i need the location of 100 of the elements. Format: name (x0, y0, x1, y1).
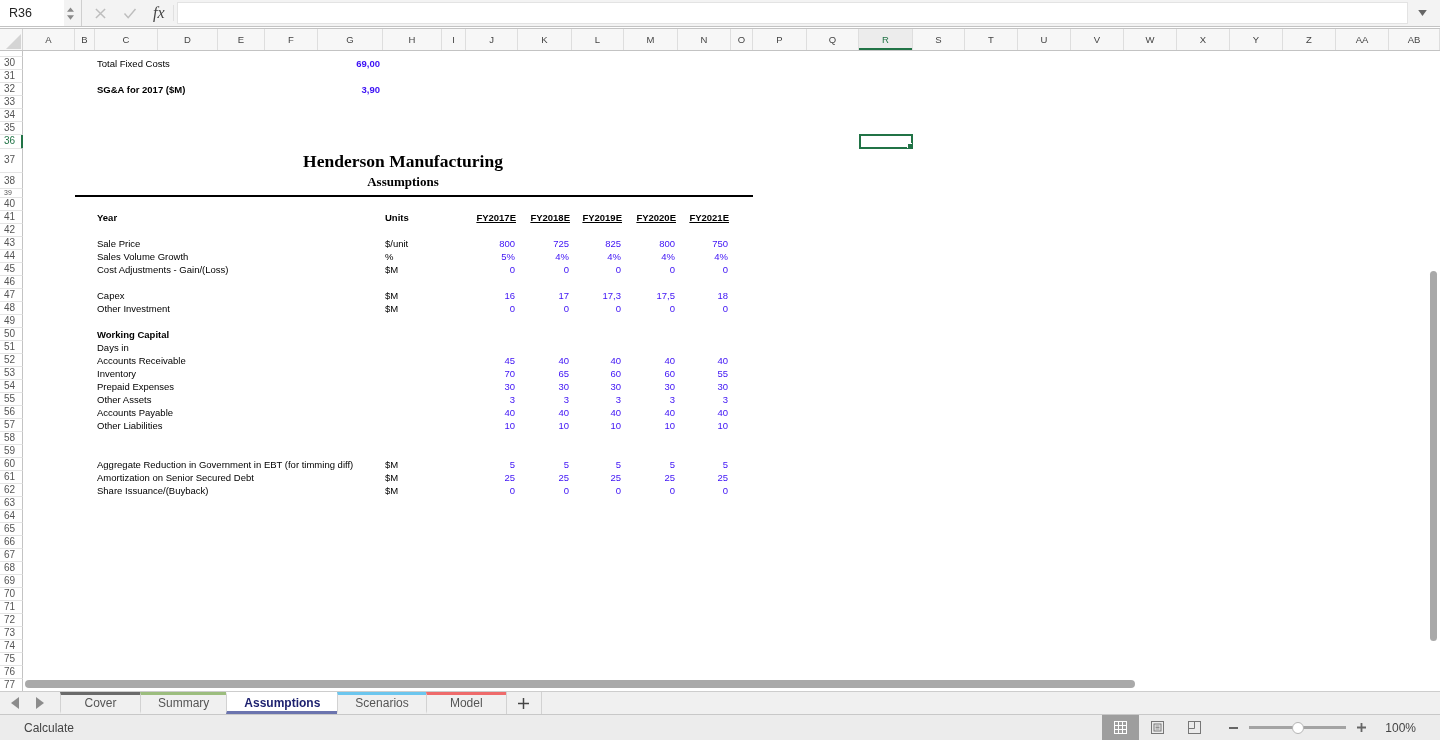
row-header[interactable]: 76 (0, 666, 23, 679)
row-header[interactable]: 30 (0, 57, 23, 70)
row-header[interactable]: 63 (0, 497, 23, 510)
row-header[interactable]: 31 (0, 70, 23, 83)
column-header[interactable]: M (624, 29, 678, 50)
row-header[interactable]: 50 (0, 328, 23, 341)
column-header[interactable]: O (731, 29, 753, 50)
row-header[interactable]: 58 (0, 432, 23, 445)
row-header[interactable]: 55 (0, 393, 23, 406)
row-header[interactable]: 38 (0, 173, 23, 189)
column-header[interactable]: X (1177, 29, 1230, 50)
row-header[interactable]: 73 (0, 627, 23, 640)
column-header[interactable]: L (572, 29, 624, 50)
column-header[interactable]: AA (1336, 29, 1389, 50)
row-header[interactable]: 46 (0, 276, 23, 289)
row-header[interactable]: 65 (0, 523, 23, 536)
scrollbar-thumb[interactable] (1430, 271, 1437, 641)
row-header[interactable]: 62 (0, 484, 23, 497)
slider-thumb[interactable] (1291, 721, 1304, 734)
column-header[interactable]: D (158, 29, 218, 50)
zoom-level[interactable]: 100% (1385, 720, 1416, 735)
row-header[interactable]: 37 (0, 148, 23, 173)
column-header[interactable]: U (1018, 29, 1071, 50)
add-sheet-button[interactable] (505, 692, 542, 714)
column-header[interactable]: A (23, 29, 75, 50)
column-header[interactable]: AB (1389, 29, 1440, 50)
column-header[interactable]: R (859, 29, 913, 50)
stepper-icon[interactable] (67, 6, 74, 20)
value-cell-text: 25 (503, 471, 516, 484)
column-header[interactable]: J (466, 29, 518, 50)
row-header[interactable]: 45 (0, 263, 23, 276)
minus-icon[interactable] (1229, 726, 1239, 729)
row-header[interactable]: 69 (0, 575, 23, 588)
row-header[interactable]: 47 (0, 289, 23, 302)
row-header[interactable]: 67 (0, 549, 23, 562)
column-header[interactable]: H (383, 29, 442, 50)
cancel-icon[interactable] (95, 7, 106, 19)
row-header[interactable]: 44 (0, 250, 23, 263)
row-header[interactable]: 59 (0, 445, 23, 458)
column-header[interactable]: K (518, 29, 572, 50)
value-cell-text: 0 (668, 302, 676, 315)
row-header[interactable]: 66 (0, 536, 23, 549)
column-header[interactable]: I (442, 29, 466, 50)
row-header[interactable]: 56 (0, 406, 23, 419)
row-header[interactable]: 48 (0, 302, 23, 315)
formula-field[interactable] (176, 2, 1408, 24)
name-box[interactable]: R36 (0, 0, 64, 26)
value-cell-text: 45 (503, 354, 516, 367)
column-header[interactable]: C (95, 29, 158, 50)
column-header[interactable]: F (265, 29, 318, 50)
checkmark-icon[interactable] (123, 7, 137, 19)
scrollbar-thumb[interactable] (25, 680, 1135, 688)
row-header[interactable]: 64 (0, 510, 23, 523)
normal-view-button[interactable] (1102, 715, 1140, 740)
caret-icon[interactable] (1418, 10, 1427, 16)
value-cell-text: 17,5 (655, 289, 676, 302)
row-header[interactable]: 43 (0, 237, 23, 250)
row-header[interactable]: 36 (0, 135, 23, 149)
column-header[interactable]: W (1124, 29, 1177, 50)
row-header[interactable]: 70 (0, 588, 23, 601)
column-header[interactable]: P (753, 29, 807, 50)
row-header[interactable]: 74 (0, 640, 23, 653)
row-header[interactable]: 60 (0, 458, 23, 471)
row-header[interactable]: 71 (0, 601, 23, 614)
row-header[interactable]: 53 (0, 367, 23, 380)
column-header[interactable]: G (318, 29, 383, 50)
row-header[interactable]: 61 (0, 471, 23, 484)
row-header[interactable]: 42 (0, 224, 23, 237)
row-header[interactable]: 35 (0, 122, 23, 135)
column-header[interactable]: Y (1230, 29, 1283, 50)
column-header[interactable]: B (75, 29, 95, 50)
triangle-icon (6, 34, 21, 49)
value-cell-text: 40 (557, 406, 570, 419)
row-header[interactable]: 34 (0, 109, 23, 122)
left-arrow-icon[interactable] (11, 697, 19, 709)
insert-function-button[interactable]: fx (153, 4, 165, 22)
cell-selection[interactable] (859, 134, 913, 149)
value-cell-text: 25 (557, 471, 570, 484)
row-header[interactable]: 72 (0, 614, 23, 627)
column-header[interactable]: S (913, 29, 965, 50)
row-header[interactable]: 41 (0, 211, 23, 224)
column-header[interactable]: N (678, 29, 731, 50)
column-header[interactable]: E (218, 29, 265, 50)
plus-icon[interactable] (1357, 723, 1367, 732)
row-header[interactable]: 54 (0, 380, 23, 393)
row-header[interactable]: 40 (0, 198, 23, 211)
row-header[interactable]: 33 (0, 96, 23, 109)
row-header[interactable]: 75 (0, 653, 23, 666)
column-header[interactable]: Z (1283, 29, 1336, 50)
row-header[interactable]: 68 (0, 562, 23, 575)
row-header[interactable]: 32 (0, 83, 23, 96)
sheet-tab[interactable]: Assumptions (226, 692, 338, 714)
row-header[interactable]: 57 (0, 419, 23, 432)
row-header[interactable]: 49 (0, 315, 23, 328)
row-header[interactable]: 51 (0, 341, 23, 354)
right-arrow-icon[interactable] (36, 697, 44, 709)
row-header[interactable]: 52 (0, 354, 23, 367)
plus-icon (518, 697, 530, 709)
column-header[interactable]: V (1071, 29, 1124, 50)
column-header[interactable]: T (965, 29, 1018, 50)
